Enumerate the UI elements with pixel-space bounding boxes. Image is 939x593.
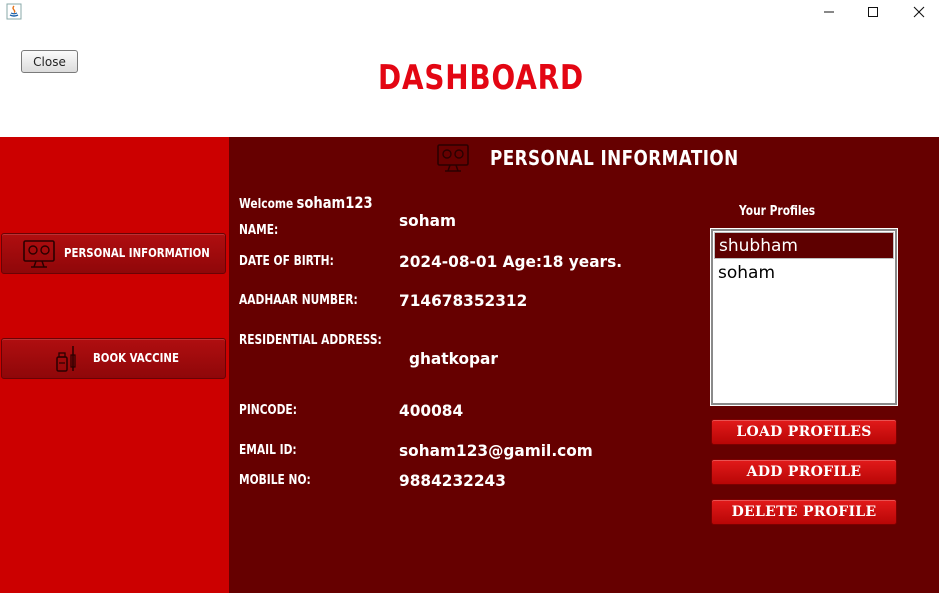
mobile-value: 9884232243 [399, 471, 506, 490]
window-close-button[interactable] [896, 0, 939, 24]
aadhaar-value: 714678352312 [399, 291, 528, 310]
pincode-value: 400084 [399, 401, 464, 420]
section-title: PERSONAL INFORMATION [490, 146, 739, 170]
pincode-label: PINCODE: [239, 403, 297, 418]
vaccine-bottle-icon [54, 343, 80, 375]
close-icon [913, 6, 925, 18]
sidebar-item-label: BOOK VACCINE [93, 351, 179, 365]
maximize-button[interactable] [850, 0, 896, 24]
dob-label: DATE OF BIRTH: [239, 254, 334, 269]
email-value: soham123@gamil.com [399, 441, 593, 460]
delete-profile-button[interactable]: DELETE PROFILE [711, 499, 897, 525]
load-profiles-button[interactable]: LOAD PROFILES [711, 419, 897, 445]
profiles-title: Your Profiles [739, 204, 816, 219]
sidebar-item-book-vaccine[interactable]: BOOK VACCINE [1, 338, 226, 379]
profiles-list[interactable]: shubham soham [710, 228, 898, 406]
personal-information-panel: PERSONAL INFORMATION Welcome soham123 NAM… [229, 137, 939, 593]
sidebar-item-label: PERSONAL INFORMATION [64, 246, 210, 260]
address-value: ghatkopar [409, 349, 498, 368]
sidebar-item-personal-information[interactable]: PERSONAL INFORMATION [1, 233, 226, 274]
java-app-icon [6, 3, 22, 20]
minimize-button[interactable] [806, 0, 852, 24]
maximize-icon [868, 7, 878, 17]
monitor-profile-icon [436, 142, 470, 178]
welcome-username: soham123 [296, 193, 373, 212]
page-title: DASHBOARD [378, 58, 584, 98]
welcome-line: Welcome soham123 [239, 193, 373, 212]
sidebar: PERSONAL INFORMATION BOOK VACCINE [0, 137, 229, 593]
welcome-label: Welcome [239, 197, 294, 212]
monitor-profile-icon [22, 238, 56, 270]
add-profile-button[interactable]: ADD PROFILE [711, 459, 897, 485]
aadhaar-label: AADHAAR NUMBER: [239, 293, 358, 308]
list-item[interactable]: shubham [714, 232, 894, 259]
name-label: NAME: [239, 223, 279, 238]
window-title-bar [0, 0, 939, 24]
name-value: soham [399, 211, 456, 230]
list-item[interactable]: soham [714, 259, 894, 286]
close-button[interactable]: Close [21, 50, 78, 73]
address-label: RESIDENTIAL ADDRESS: [239, 333, 382, 348]
dob-value: 2024-08-01 Age:18 years. [399, 252, 623, 271]
email-label: EMAIL ID: [239, 443, 297, 458]
minimize-icon [824, 11, 834, 13]
mobile-label: MOBILE NO: [239, 473, 311, 488]
header: Close DASHBOARD [0, 24, 939, 137]
